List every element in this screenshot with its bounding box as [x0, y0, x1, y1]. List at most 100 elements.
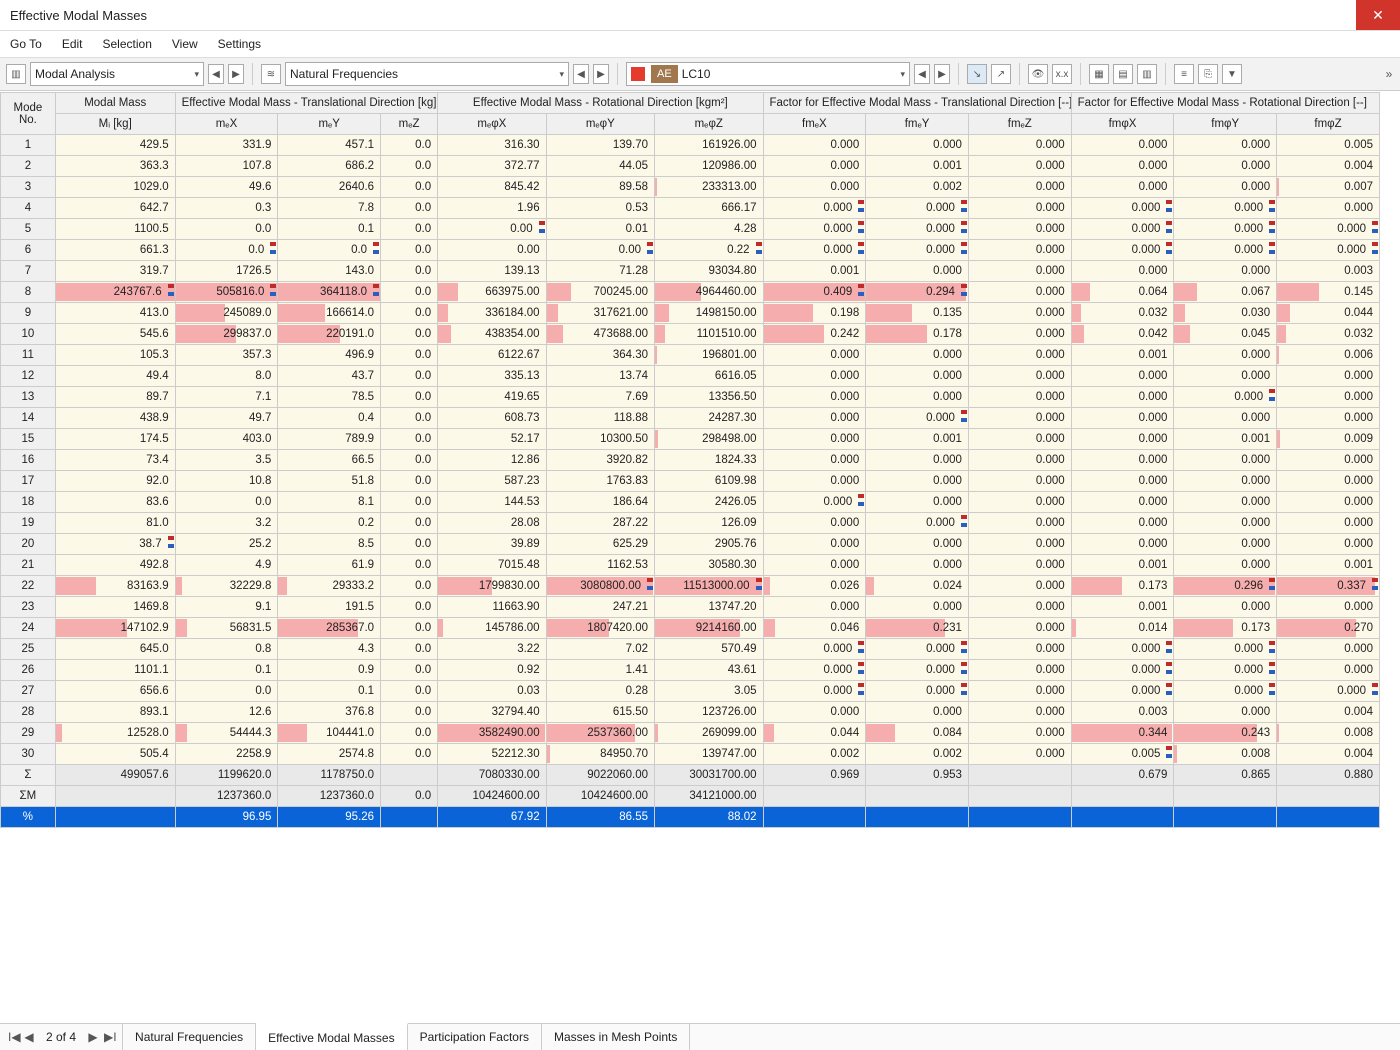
cell[interactable]: 0.000 — [866, 135, 969, 156]
cell[interactable]: 0.000 — [968, 492, 1071, 513]
cell[interactable]: 0.000 — [1174, 639, 1277, 660]
cell[interactable]: 0.000 — [1174, 156, 1277, 177]
cell[interactable]: 1799830.00 — [438, 576, 546, 597]
cell[interactable]: 161926.00 — [655, 135, 763, 156]
cell[interactable]: 4.28 — [655, 219, 763, 240]
cell[interactable]: 0.000 — [1174, 366, 1277, 387]
cell[interactable]: 191.5 — [278, 597, 381, 618]
menu-selection[interactable]: Selection — [103, 37, 152, 51]
cell[interactable]: 0.0 — [381, 303, 438, 324]
cell[interactable]: 220191.0 — [278, 324, 381, 345]
cell[interactable]: 12528.0 — [55, 723, 175, 744]
cell[interactable]: 2640.6 — [278, 177, 381, 198]
cell[interactable]: 0.000 — [866, 366, 969, 387]
col-10[interactable]: fmφX — [1071, 114, 1174, 135]
row-header[interactable]: 8 — [1, 282, 56, 303]
cell[interactable]: 608.73 — [438, 408, 546, 429]
cell[interactable]: 245089.0 — [175, 303, 278, 324]
cell[interactable]: 0.009 — [1277, 429, 1380, 450]
cell[interactable]: 105.3 — [55, 345, 175, 366]
cell[interactable]: 12.86 — [438, 450, 546, 471]
cell[interactable]: 0.000 — [763, 366, 866, 387]
cell[interactable]: 376.8 — [278, 702, 381, 723]
cell[interactable]: 56831.5 — [175, 618, 278, 639]
cell[interactable]: 13747.20 — [655, 597, 763, 618]
cell[interactable]: 0.000 — [1277, 492, 1380, 513]
cell[interactable]: 10424600.00 — [438, 786, 546, 807]
cell[interactable]: 0.030 — [1174, 303, 1277, 324]
cell[interactable]: 0.000 — [1277, 639, 1380, 660]
cell[interactable]: 39.89 — [438, 534, 546, 555]
cell[interactable]: 0.000 — [968, 660, 1071, 681]
cell[interactable]: 0.53 — [546, 198, 654, 219]
cell[interactable]: 0.0 — [381, 429, 438, 450]
cell[interactable]: 247.21 — [546, 597, 654, 618]
cell[interactable]: 0.000 — [763, 492, 866, 513]
cell[interactable]: 364118.0 — [278, 282, 381, 303]
cell[interactable]: 0.000 — [1174, 450, 1277, 471]
cell[interactable]: 0.000 — [866, 492, 969, 513]
cell[interactable]: 0.92 — [438, 660, 546, 681]
cell[interactable]: 0.067 — [1174, 282, 1277, 303]
cell[interactable]: 0.000 — [763, 639, 866, 660]
cell[interactable]: 11663.90 — [438, 597, 546, 618]
cell[interactable]: 0.9 — [278, 660, 381, 681]
cell[interactable]: 0.173 — [1174, 618, 1277, 639]
col-8[interactable]: fmₑY — [866, 114, 969, 135]
cell[interactable]: 1763.83 — [546, 471, 654, 492]
row-header[interactable]: 27 — [1, 681, 56, 702]
cell[interactable]: 49.7 — [175, 408, 278, 429]
cell[interactable]: 0.000 — [1071, 429, 1174, 450]
cell[interactable]: 0.026 — [763, 576, 866, 597]
cell[interactable]: 84950.70 — [546, 744, 654, 765]
cell[interactable]: 0.0 — [381, 597, 438, 618]
col-3[interactable]: mₑZ — [381, 114, 438, 135]
cell[interactable]: 86.55 — [546, 807, 654, 828]
cell[interactable]: 0.000 — [763, 177, 866, 198]
row-header[interactable]: 26 — [1, 660, 56, 681]
cell[interactable]: 661.3 — [55, 240, 175, 261]
cell[interactable]: 0.0 — [278, 240, 381, 261]
col-7[interactable]: fmₑX — [763, 114, 866, 135]
cell[interactable]: 0.0 — [381, 408, 438, 429]
col-2[interactable]: mₑY — [278, 114, 381, 135]
cell[interactable]: 7.02 — [546, 639, 654, 660]
cell[interactable]: 0.231 — [866, 618, 969, 639]
cell[interactable]: 0.0 — [381, 240, 438, 261]
cell[interactable]: 316.30 — [438, 135, 546, 156]
cell[interactable]: 10.8 — [175, 471, 278, 492]
cell[interactable] — [866, 786, 969, 807]
cell[interactable]: 3.2 — [175, 513, 278, 534]
cell[interactable]: 0.000 — [1277, 534, 1380, 555]
cell[interactable]: 0.000 — [1071, 198, 1174, 219]
cell[interactable]: 0.000 — [1071, 471, 1174, 492]
cell[interactable]: 7.8 — [278, 198, 381, 219]
cell[interactable]: 0.000 — [1071, 156, 1174, 177]
cell[interactable]: 335.13 — [438, 366, 546, 387]
cell[interactable]: 0.000 — [763, 156, 866, 177]
cell[interactable]: 0.000 — [866, 597, 969, 618]
cell[interactable]: 71.28 — [546, 261, 654, 282]
cell[interactable]: 0.0 — [381, 282, 438, 303]
cell[interactable]: 1029.0 — [55, 177, 175, 198]
cell[interactable]: 0.000 — [1071, 261, 1174, 282]
cell[interactable]: 4964460.00 — [655, 282, 763, 303]
cell[interactable]: 0.198 — [763, 303, 866, 324]
cell[interactable]: 0.679 — [1071, 765, 1174, 786]
cell[interactable]: 0.000 — [1071, 513, 1174, 534]
row-header[interactable]: 12 — [1, 366, 56, 387]
row-header[interactable]: 23 — [1, 597, 56, 618]
cell[interactable]: 81.0 — [55, 513, 175, 534]
cell[interactable]: 8.1 — [278, 492, 381, 513]
cell[interactable]: 0.173 — [1071, 576, 1174, 597]
cell[interactable]: 0.000 — [968, 177, 1071, 198]
cell[interactable]: 6122.67 — [438, 345, 546, 366]
cell[interactable]: 10424600.00 — [546, 786, 654, 807]
pager-first[interactable]: I◀ — [8, 1030, 18, 1044]
menu-settings[interactable]: Settings — [218, 37, 261, 51]
analysis-prev[interactable]: ◀ — [208, 64, 224, 84]
pager-prev[interactable]: ◀ — [24, 1030, 34, 1044]
cell[interactable]: 0.006 — [1277, 345, 1380, 366]
cell[interactable]: 30580.30 — [655, 555, 763, 576]
cell[interactable]: 7.1 — [175, 387, 278, 408]
